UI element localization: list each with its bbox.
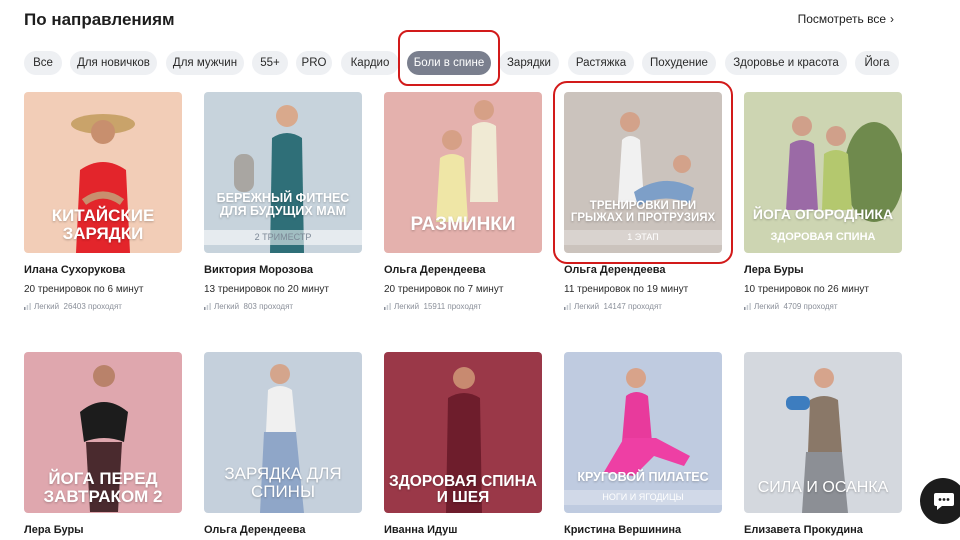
program-thumbnail[interactable]: ЙОГА ПЕРЕД ЗАВТРАКОМ 2 [24, 352, 182, 513]
program-thumbnail[interactable]: ЗДОРОВАЯ СПИНА И ШЕЯ [384, 352, 542, 513]
trainer-name: Ольга Дерендеева [204, 524, 306, 536]
program-title: БЕРЕЖНЫЙ ФИТНЕС ДЛЯ БУДУЩИХ МАМ [216, 191, 350, 219]
program-card[interactable]: БЕРЕЖНЫЙ ФИТНЕС ДЛЯ БУДУЩИХ МАМ 2 ТРИМЕС… [204, 92, 362, 311]
program-card[interactable]: КРУГОВОЙ ПИЛАТЕС НОГИ И ЯГОДИЦЫ Кристина… [564, 352, 722, 536]
program-meta: Легкий 803 проходят [204, 302, 362, 311]
program-card[interactable]: ЙОГА ОГОРОДНИКА ЗДОРОВАЯ СПИНА Лера Буры… [744, 92, 902, 311]
workout-count: 20 тренировок по 7 минут [384, 284, 504, 295]
program-subtitle: 1 ЭТАП [564, 230, 722, 245]
program-thumbnail[interactable]: КИТАЙСКИЕ ЗАРЯДКИ [24, 92, 182, 253]
program-meta: Легкий 15911 проходят [384, 302, 542, 311]
program-card[interactable]: ЙОГА ПЕРЕД ЗАВТРАКОМ 2 Лера Буры [24, 352, 182, 536]
passing-count: 26403 проходят [63, 302, 122, 311]
level-bars-icon [384, 303, 391, 310]
difficulty-level: Легкий [394, 302, 420, 311]
trainer-name: Иванна Идуш [384, 524, 458, 536]
passing-count: 14147 проходят [603, 302, 662, 311]
trainer-photo [786, 116, 902, 222]
program-title: РАЗМИНКИ [410, 214, 516, 235]
level-bars-icon [564, 303, 571, 310]
program-title: ЗДОРОВАЯ СПИНА И ШЕЯ [389, 473, 537, 507]
trainer-name: Ольга Дерендеева [564, 264, 666, 276]
section-title: По направлениям [24, 10, 175, 29]
filter-chip-55plus[interactable]: 55+ [252, 51, 288, 75]
trainer-name: Кристина Вершинина [564, 524, 682, 536]
trainer-photo [234, 105, 304, 253]
trainer-name: Лера Буры [24, 524, 84, 536]
trainer-name: Елизавета Прокудина [744, 524, 863, 536]
program-title: ЗАРЯДКА ДЛЯ СПИНЫ [224, 464, 342, 501]
program-title: ЙОГА ОГОРОДНИКА [752, 206, 894, 222]
level-bars-icon [204, 303, 211, 310]
program-title: КИТАЙСКИЕ ЗАРЯДКИ [51, 206, 155, 243]
program-thumbnail[interactable]: БЕРЕЖНЫЙ ФИТНЕС ДЛЯ БУДУЩИХ МАМ 2 ТРИМЕС… [204, 92, 362, 253]
section-header: По направлениям Посмотреть все › [24, 10, 894, 32]
difficulty-level: Легкий [754, 302, 780, 311]
program-thumbnail[interactable]: ЙОГА ОГОРОДНИКА ЗДОРОВАЯ СПИНА [744, 92, 902, 253]
see-all-link[interactable]: Посмотреть все › [798, 12, 894, 26]
workout-count: 20 тренировок по 6 минут [24, 284, 144, 295]
filter-chip-exercises[interactable]: Зарядки [499, 51, 559, 75]
filter-chip-weight-loss[interactable]: Похудение [642, 51, 716, 75]
filter-chip-cardio[interactable]: Кардио [341, 51, 399, 75]
program-thumbnail[interactable]: КРУГОВОЙ ПИЛАТЕС НОГИ И ЯГОДИЦЫ [564, 352, 722, 513]
program-meta: Легкий 14147 проходят [564, 302, 722, 311]
see-all-label: Посмотреть все [797, 12, 886, 26]
passing-count: 4709 проходят [783, 302, 838, 311]
difficulty-level: Легкий [34, 302, 60, 311]
filter-chip-yoga[interactable]: Йога [855, 51, 899, 75]
program-meta: Легкий 4709 проходят [744, 302, 902, 311]
trainer-name: Лера Буры [744, 264, 804, 276]
program-meta: Легкий 26403 проходят [24, 302, 182, 311]
trainer-name: Ольга Дерендеева [384, 264, 486, 276]
program-thumbnail[interactable]: СИЛА И ОСАНКА [744, 352, 902, 513]
filter-chip-health-beauty[interactable]: Здоровье и красота [725, 51, 847, 75]
program-thumbnail[interactable]: ТРЕНИРОВКИ ПРИ ГРЫЖАХ И ПРОТРУЗИЯХ 1 ЭТА… [564, 92, 722, 253]
program-thumbnail[interactable]: ЗАРЯДКА ДЛЯ СПИНЫ [204, 352, 362, 513]
program-card[interactable]: ТРЕНИРОВКИ ПРИ ГРЫЖАХ И ПРОТРУЗИЯХ 1 ЭТА… [564, 92, 722, 311]
program-title: ТРЕНИРОВКИ ПРИ ГРЫЖАХ И ПРОТРУЗИЯХ [570, 200, 716, 225]
level-bars-icon [744, 303, 751, 310]
program-card[interactable]: ЗДОРОВАЯ СПИНА И ШЕЯ Иванна Идуш [384, 352, 542, 536]
workout-count: 10 тренировок по 26 минут [744, 284, 869, 295]
filter-chip-beginners[interactable]: Для новичков [70, 51, 157, 75]
passing-count: 803 проходят [243, 302, 294, 311]
level-bars-icon [24, 303, 31, 310]
filter-chip-men[interactable]: Для мужчин [166, 51, 244, 75]
program-card[interactable]: РАЗМИНКИ Ольга Дерендеева 20 тренировок … [384, 92, 542, 311]
filter-chip-pro[interactable]: PRO [296, 51, 332, 75]
chevron-right-icon: › [890, 12, 894, 26]
filter-chip-back-pain[interactable]: Боли в спине [407, 51, 491, 75]
program-title: ЙОГА ПЕРЕД ЗАВТРАКОМ 2 [43, 469, 163, 506]
trainer-name: Илана Сухорукова [24, 264, 126, 276]
program-card[interactable]: КИТАЙСКИЕ ЗАРЯДКИ Илана Сухорукова 20 тр… [24, 92, 182, 311]
program-card[interactable]: СИЛА И ОСАНКА Елизавета Прокудина [744, 352, 902, 536]
trainer-name: Виктория Морозова [204, 264, 313, 276]
passing-count: 15911 проходят [423, 302, 482, 311]
program-card[interactable]: ЗАРЯДКА ДЛЯ СПИНЫ Ольга Дерендеева [204, 352, 362, 536]
difficulty-level: Легкий [214, 302, 240, 311]
trainer-photo [604, 368, 690, 476]
workout-count: 13 тренировок по 20 минут [204, 284, 329, 295]
program-subtitle: ЗДОРОВАЯ СПИНА [770, 231, 876, 243]
chat-button[interactable] [920, 478, 960, 524]
workout-count: 11 тренировок по 19 минут [564, 284, 689, 295]
program-title: КРУГОВОЙ ПИЛАТЕС [577, 470, 709, 484]
program-subtitle: НОГИ И ЯГОДИЦЫ [564, 490, 722, 505]
chat-bubble-icon [934, 493, 954, 510]
program-thumbnail[interactable]: РАЗМИНКИ [384, 92, 542, 253]
filter-chip-all[interactable]: Все [24, 51, 62, 75]
difficulty-level: Легкий [574, 302, 600, 311]
trainer-photo [618, 112, 694, 206]
program-subtitle: 2 ТРИМЕСТР [204, 230, 362, 245]
program-title: СИЛА И ОСАНКА [757, 479, 889, 496]
filter-chip-stretching[interactable]: Растяжка [568, 51, 634, 75]
